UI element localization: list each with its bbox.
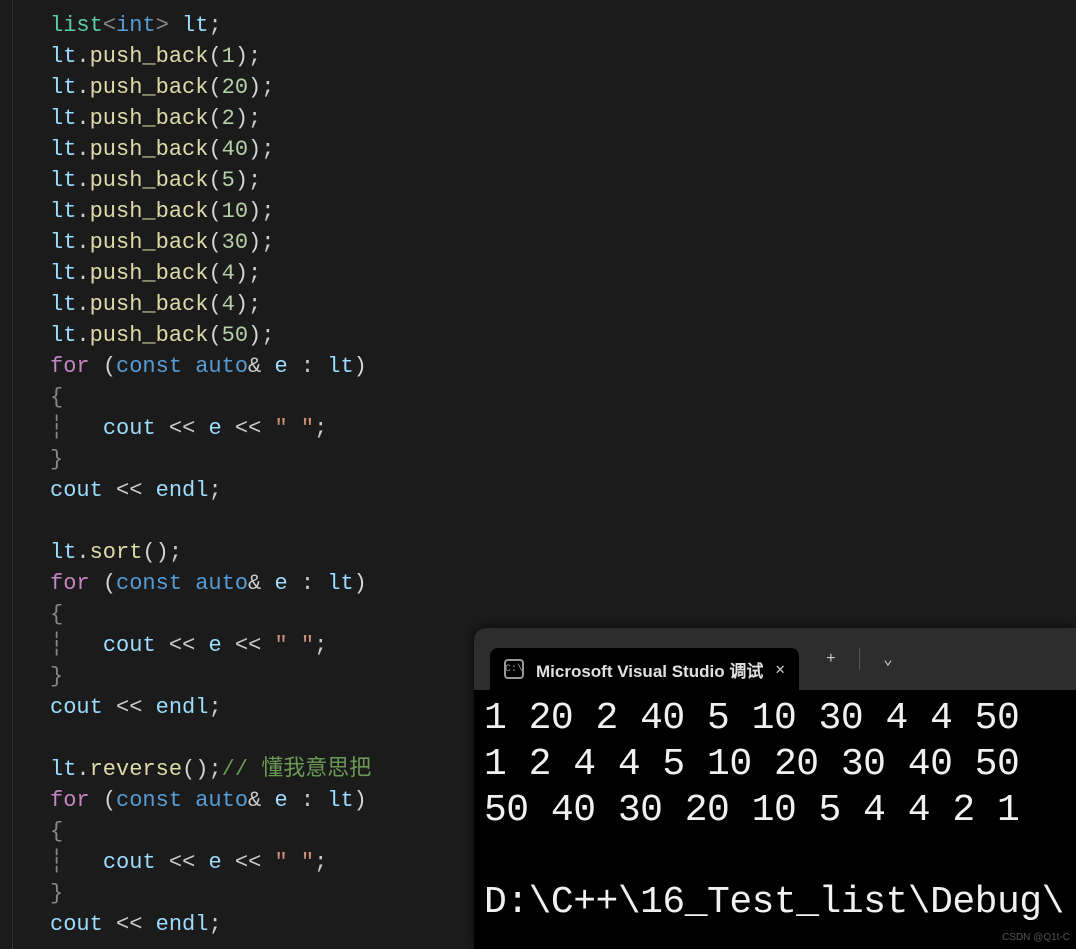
- terminal-tab-title: Microsoft Visual Studio 调试: [536, 657, 763, 682]
- indent-guide: [12, 0, 15, 949]
- code-line: lt.push_back(20);: [50, 72, 1076, 103]
- code-line: [50, 506, 1076, 537]
- terminal-line: 1 2 4 4 5 10 20 30 40 50: [484, 742, 1066, 788]
- terminal-output[interactable]: 1 20 2 40 5 10 30 4 4 501 2 4 4 5 10 20 …: [474, 690, 1076, 932]
- code-line: lt.push_back(4);: [50, 289, 1076, 320]
- tab-dropdown-button[interactable]: ⌄: [868, 639, 908, 679]
- code-line: }: [50, 444, 1076, 475]
- code-line: lt.push_back(1);: [50, 41, 1076, 72]
- code-line: lt.sort();: [50, 537, 1076, 568]
- code-line: ┆ cout << e << " ";: [50, 413, 1076, 444]
- tab-actions: + ⌄: [811, 639, 908, 679]
- divider: [859, 648, 860, 670]
- code-line: lt.push_back(50);: [50, 320, 1076, 351]
- terminal-line: 1 20 2 40 5 10 30 4 4 50: [484, 696, 1066, 742]
- code-line: {: [50, 382, 1076, 413]
- terminal-line: 50 40 30 20 10 5 4 4 2 1: [484, 788, 1066, 834]
- terminal-line: D:\C++\16_Test_list\Debug\: [484, 880, 1066, 926]
- terminal-icon: C:\: [504, 659, 524, 679]
- terminal-line: [484, 834, 1066, 880]
- code-line: for (const auto& e : lt): [50, 568, 1076, 599]
- close-icon[interactable]: ✕: [775, 659, 785, 679]
- watermark: CSDN @Q1t-C: [1002, 932, 1070, 943]
- terminal-tab-bar: C:\ Microsoft Visual Studio 调试 ✕ + ⌄: [474, 628, 1076, 690]
- code-line: lt.push_back(30);: [50, 227, 1076, 258]
- code-line: for (const auto& e : lt): [50, 351, 1076, 382]
- terminal-tab-active[interactable]: C:\ Microsoft Visual Studio 调试 ✕: [490, 648, 799, 690]
- code-line: lt.push_back(4);: [50, 258, 1076, 289]
- terminal-window: C:\ Microsoft Visual Studio 调试 ✕ + ⌄ 1 2…: [474, 628, 1076, 949]
- code-line: cout << endl;: [50, 475, 1076, 506]
- code-line: lt.push_back(10);: [50, 196, 1076, 227]
- code-line: list<int> lt;: [50, 10, 1076, 41]
- new-tab-button[interactable]: +: [811, 639, 851, 679]
- code-line: lt.push_back(5);: [50, 165, 1076, 196]
- code-line: {: [50, 599, 1076, 630]
- code-line: lt.push_back(40);: [50, 134, 1076, 165]
- code-line: lt.push_back(2);: [50, 103, 1076, 134]
